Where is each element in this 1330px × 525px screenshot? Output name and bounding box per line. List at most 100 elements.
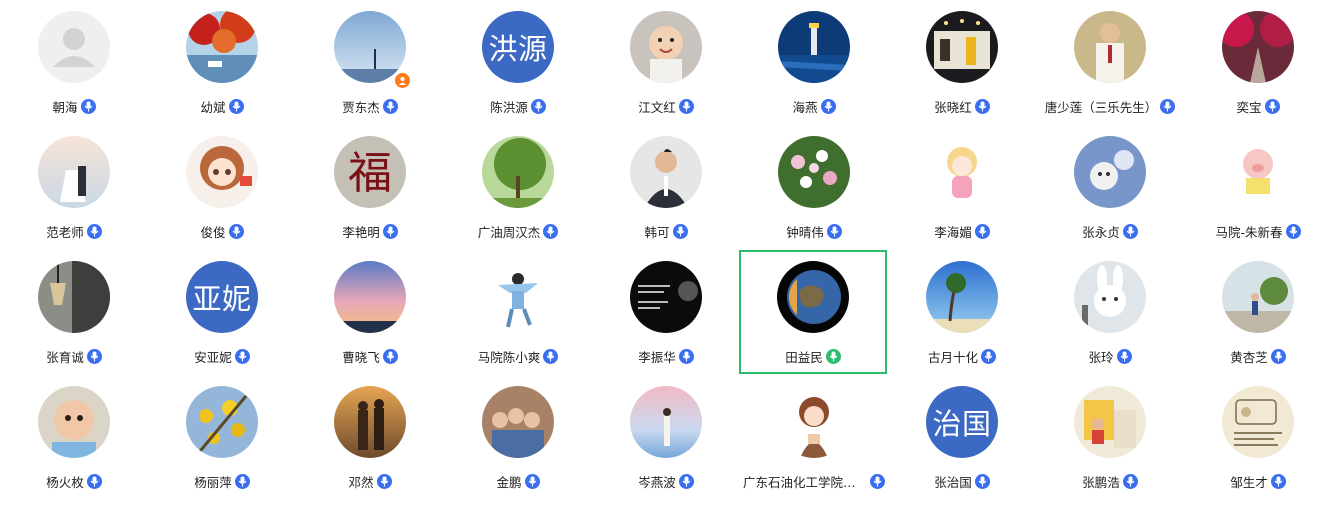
participant-tile[interactable]: 朝海 [0, 0, 148, 124]
participant-avatar [630, 11, 702, 83]
microphone-icon[interactable] [1270, 348, 1286, 364]
participant-tile[interactable]: 李海媚 [888, 125, 1036, 249]
participant-avatar [186, 136, 258, 208]
participant-tile[interactable]: 李振华 [592, 250, 740, 374]
microphone-icon[interactable] [376, 473, 392, 489]
microphone-icon[interactable] [825, 348, 841, 364]
participant-name: 广油周汉杰 [477, 224, 541, 240]
participant-label-row: 李海媚 [888, 222, 1036, 240]
participant-name: 马院-朱新春 [1215, 224, 1283, 240]
participant-name: 韩可 [644, 224, 670, 240]
participant-tile[interactable]: 田益民 [739, 250, 887, 374]
microphone-icon[interactable] [1122, 473, 1138, 489]
participant-name: 奕宝 [1236, 99, 1262, 115]
microphone-icon[interactable] [1122, 223, 1138, 239]
microphone-icon[interactable] [1285, 223, 1301, 239]
participant-tile[interactable]: 唐少莲（三乐先生） [1036, 0, 1184, 124]
participant-tile[interactable]: 范老师 [0, 125, 148, 249]
participant-label-row: 李振华 [592, 347, 740, 365]
participant-tile[interactable]: 治国 张治国 [888, 375, 1036, 499]
participant-tile[interactable]: 广油周汉杰 [444, 125, 592, 249]
microphone-icon[interactable] [1264, 98, 1280, 114]
participant-tile[interactable]: 海燕 [740, 0, 888, 124]
participant-avatar [1222, 11, 1294, 83]
participant-name: 李海媚 [934, 224, 972, 240]
participant-tile[interactable]: 杨丽萍 [148, 375, 296, 499]
microphone-icon[interactable] [86, 348, 102, 364]
participant-tile[interactable]: 黄杏芝 [1184, 250, 1330, 374]
participant-avatar [630, 136, 702, 208]
microphone-icon[interactable] [1270, 473, 1286, 489]
microphone-icon[interactable] [1116, 348, 1132, 364]
participant-tile[interactable]: 贾东杰 [296, 0, 444, 124]
participant-tile[interactable]: 张永贞 [1036, 125, 1184, 249]
microphone-icon[interactable] [80, 98, 96, 114]
participant-tile[interactable]: 张育诚 [0, 250, 148, 374]
microphone-icon[interactable] [678, 348, 694, 364]
participant-tile[interactable]: 张晓红 [888, 0, 1036, 124]
microphone-icon[interactable] [974, 473, 990, 489]
microphone-icon[interactable] [543, 223, 559, 239]
microphone-icon[interactable] [678, 473, 694, 489]
svg-text:福: 福 [348, 148, 392, 199]
microphone-icon[interactable] [870, 473, 885, 489]
participant-label-row: 钟晴伟 [740, 222, 888, 240]
participant-tile[interactable]: 杨火枚 [0, 375, 148, 499]
microphone-icon[interactable] [981, 348, 996, 364]
participant-tile[interactable]: 岑燕波 [592, 375, 740, 499]
participant-tile[interactable]: 古月十化 [888, 250, 1036, 374]
microphone-icon[interactable] [86, 223, 102, 239]
microphone-icon[interactable] [382, 223, 398, 239]
participant-tile[interactable]: 邹生才 [1184, 375, 1330, 499]
participant-avatar [1074, 11, 1146, 83]
participant-avatar [38, 261, 110, 333]
participant-label-row: 韩可 [592, 222, 740, 240]
microphone-icon[interactable] [1160, 98, 1176, 114]
microphone-icon[interactable] [530, 98, 546, 114]
participant-label-row: 金鹏 [444, 472, 592, 490]
microphone-icon[interactable] [524, 473, 540, 489]
participant-tile[interactable]: 广东石油化工学院谭... [740, 375, 888, 499]
microphone-icon[interactable] [382, 348, 398, 364]
participant-tile[interactable]: 钟晴伟 [740, 125, 888, 249]
microphone-icon[interactable] [974, 223, 990, 239]
participant-tile[interactable]: 俊俊 [148, 125, 296, 249]
participant-tile[interactable]: 亚妮 安亚妮 [148, 250, 296, 374]
participant-name: 俊俊 [200, 224, 226, 240]
participant-avatar [38, 136, 110, 208]
participant-label-row: 邓然 [296, 472, 444, 490]
participant-label-row: 黄杏芝 [1184, 347, 1330, 365]
participant-name: 李振华 [638, 349, 676, 365]
participant-label-row: 张鹏浩 [1036, 472, 1184, 490]
microphone-icon[interactable] [820, 98, 836, 114]
participant-avatar [1074, 136, 1146, 208]
participant-tile[interactable]: 韩可 [592, 125, 740, 249]
microphone-icon[interactable] [543, 348, 559, 364]
participant-tile[interactable]: 洪源 陈洪源 [444, 0, 592, 124]
microphone-icon[interactable] [228, 223, 244, 239]
participant-tile[interactable]: 奕宝 [1184, 0, 1330, 124]
microphone-icon[interactable] [234, 348, 250, 364]
participant-tile[interactable]: 马院陈小爽 [444, 250, 592, 374]
microphone-icon[interactable] [678, 98, 694, 114]
participant-tile[interactable]: 幼斌 [148, 0, 296, 124]
participant-tile[interactable]: 金鹏 [444, 375, 592, 499]
participant-tile[interactable]: 张玲 [1036, 250, 1184, 374]
microphone-icon[interactable] [672, 223, 688, 239]
participant-name: 杨火枚 [46, 474, 84, 490]
participant-avatar [38, 386, 110, 458]
participant-name: 马院陈小爽 [477, 349, 541, 365]
microphone-icon[interactable] [382, 98, 398, 114]
participant-tile[interactable]: 马院-朱新春 [1184, 125, 1330, 249]
participant-tile[interactable]: 曹晓飞 [296, 250, 444, 374]
participant-tile[interactable]: 江文红 [592, 0, 740, 124]
microphone-icon[interactable] [974, 98, 990, 114]
microphone-icon[interactable] [826, 223, 842, 239]
participant-name: 贾东杰 [342, 99, 380, 115]
microphone-icon[interactable] [228, 98, 244, 114]
microphone-icon[interactable] [86, 473, 102, 489]
participant-tile[interactable]: 邓然 [296, 375, 444, 499]
microphone-icon[interactable] [234, 473, 250, 489]
participant-tile[interactable]: 张鹏浩 [1036, 375, 1184, 499]
participant-tile[interactable]: 福李艳明 [296, 125, 444, 249]
